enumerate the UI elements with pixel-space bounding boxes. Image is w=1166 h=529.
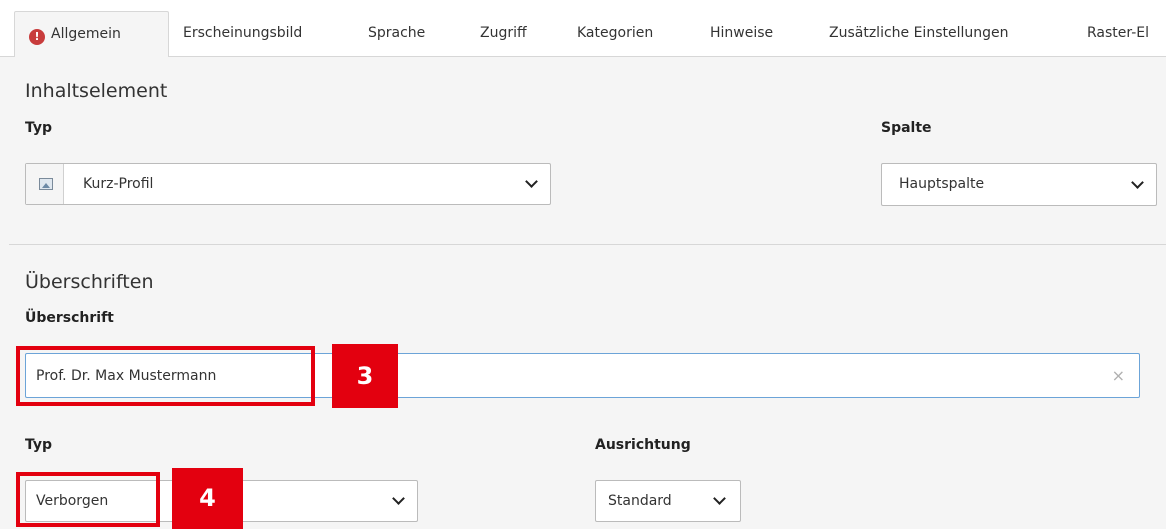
column-select[interactable]: Hauptspalte	[881, 163, 1157, 206]
chevron-down-icon	[1131, 175, 1144, 189]
tab-label: Erscheinungsbild	[183, 25, 303, 41]
alignment-select[interactable]: Standard	[595, 480, 741, 522]
heading-type-label: Typ	[25, 437, 53, 453]
tab-raster-elemente[interactable]: Raster-El	[1087, 11, 1149, 57]
chevron-down-icon	[713, 492, 726, 505]
chevron-down-icon	[525, 175, 538, 188]
heading-label: Überschrift	[25, 310, 114, 326]
annotation-marker-3: 3	[332, 344, 398, 408]
image-icon-box	[26, 164, 64, 204]
tab-label: Zusätzliche Einstellungen	[829, 25, 1009, 41]
content-type-select[interactable]: Kurz-Profil	[25, 163, 551, 205]
column-value: Hauptspalte	[899, 176, 985, 192]
tab-label: Raster-El	[1087, 25, 1150, 41]
content-type-value: Kurz-Profil	[83, 176, 154, 192]
close-icon[interactable]: ×	[1112, 366, 1125, 386]
section-title-ueberschriften: Überschriften	[25, 271, 154, 293]
section-divider	[9, 244, 1166, 245]
tab-zugriff[interactable]: Zugriff	[480, 11, 527, 57]
image-icon	[39, 178, 53, 190]
annotation-highlight-3	[16, 346, 315, 406]
alignment-value: Standard	[608, 493, 672, 509]
type-label: Typ	[25, 120, 53, 136]
tab-label: Hinweise	[710, 25, 774, 41]
tab-label: Sprache	[368, 25, 426, 41]
tab-sprache[interactable]: Sprache	[368, 11, 425, 57]
tab-zusaetzliche-einstellungen[interactable]: Zusätzliche Einstellungen	[829, 11, 1009, 57]
alert-icon: !	[29, 29, 45, 45]
column-label: Spalte	[881, 120, 932, 136]
annotation-highlight-4	[16, 472, 160, 527]
tab-label: Allgemein	[51, 26, 121, 42]
tab-label: Zugriff	[480, 25, 527, 41]
alignment-label: Ausrichtung	[595, 437, 691, 453]
tab-erscheinungsbild[interactable]: Erscheinungsbild	[183, 11, 302, 57]
tab-kategorien[interactable]: Kategorien	[577, 11, 653, 57]
annotation-marker-4: 4	[172, 468, 243, 529]
section-title-inhaltselement: Inhaltselement	[25, 80, 168, 102]
tab-allgemein[interactable]: ! Allgemein	[14, 11, 169, 57]
chevron-down-icon	[392, 492, 405, 505]
tab-hinweise[interactable]: Hinweise	[710, 11, 773, 57]
tab-label: Kategorien	[577, 25, 654, 41]
